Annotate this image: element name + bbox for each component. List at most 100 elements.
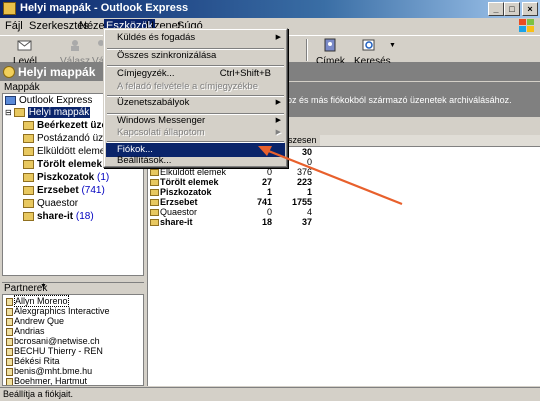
title-bar: Helyi mappák - Outlook Express _ □ × (0, 0, 540, 18)
contact-name: Békési Rita (14, 356, 60, 366)
menu-item-label: Küldés és fogadás (117, 32, 196, 43)
window-title: Helyi mappák - Outlook Express (20, 2, 189, 14)
folder-sent-items[interactable]: Elküldött elemek (23, 146, 110, 158)
folder-icon (150, 219, 159, 227)
outbox-icon (23, 133, 34, 143)
folder-label: Törölt elemek (37, 159, 103, 170)
menu-item-label: Címjegyzék... (117, 68, 175, 79)
total-cell: 37 (301, 217, 312, 227)
folder-label: Piszkozatok (37, 172, 95, 183)
contact-name: Boehmer, Hartmut (14, 376, 88, 386)
folder-icon (13, 107, 25, 117)
name-cell: Törölt elemek (160, 177, 219, 187)
windows-logo-icon (519, 19, 534, 32)
contact-name: BECHU Thierry - REN (14, 346, 103, 356)
contacts-pane-header: Partnerek ▼ (2, 282, 144, 294)
folder-drafts[interactable]: Piszkozatok (1) (23, 172, 109, 184)
find-icon (362, 39, 375, 51)
contact-item[interactable]: benis@mht.bme.hu (6, 366, 92, 376)
folder-outlook-express[interactable]: Outlook Express (5, 95, 92, 107)
folder-icon (23, 211, 34, 221)
menu-item-message-rules[interactable]: Üzenetszabályok ▶ (106, 96, 285, 110)
contact-item[interactable]: Boehmer, Hartmut (6, 376, 88, 386)
contact-name: benis@mht.bme.hu (14, 366, 93, 376)
name-cell: share-it (160, 217, 193, 227)
menu-item-sync-all[interactable]: Összes szinkronizálása (106, 49, 285, 63)
contact-item[interactable]: bcrosani@netwise.ch (6, 336, 100, 346)
contact-card-icon (6, 367, 13, 376)
contact-card-icon (6, 327, 13, 336)
folder-erzsebet[interactable]: Erzsebet (741) (23, 185, 105, 197)
contact-name: Alexgraphics Interactive (14, 306, 110, 316)
contact-item[interactable]: Andrias (6, 326, 45, 336)
contact-item[interactable]: BECHU Thierry - REN (6, 346, 103, 356)
folder-icon (23, 198, 34, 208)
folder-share-it[interactable]: share-it (18) (23, 211, 94, 223)
folder-label: Outlook Express (19, 95, 93, 106)
contact-name: bcrosani@netwise.ch (14, 336, 100, 346)
info-text: oz és más fiókokból származó üzenetek ar… (287, 95, 512, 105)
folder-quaestor[interactable]: Quaestor (23, 198, 78, 210)
menu-item-shortcut: Ctrl+Shift+B (219, 68, 271, 79)
folder-header-title: Helyi mappák (18, 65, 96, 79)
folder-label: Helyi mappák (27, 107, 91, 118)
menu-item-my-status[interactable]: Kapcsolati állapotom ▶ (106, 126, 285, 140)
name-cell: Elküldött elemek (160, 167, 227, 177)
status-text: Beállítja a fiókjait. (3, 389, 74, 399)
folder-local-folders[interactable]: ⊟ Helyi mappák (5, 107, 91, 119)
sent-items-icon (23, 146, 34, 156)
maximize-button[interactable]: □ (504, 2, 520, 16)
local-folders-icon (3, 66, 15, 78)
minimize-button[interactable]: _ (488, 2, 504, 16)
folder-label: Elküldött elemek (37, 146, 111, 157)
menu-item-address-book[interactable]: Címjegyzék... Ctrl+Shift+B (106, 67, 285, 81)
submenu-arrow-icon: ▶ (275, 34, 281, 41)
contact-card-icon (6, 377, 13, 385)
folder-icon (23, 185, 34, 195)
menu-item-label: Üzenetszabályok (117, 97, 190, 108)
contact-card-icon (6, 307, 13, 316)
table-row[interactable]: share-it 18 37 (150, 217, 320, 227)
contact-card-icon (6, 317, 13, 326)
contact-item[interactable]: Allyn Moreno (6, 295, 69, 307)
folders-pane-title: Mappák (4, 82, 40, 93)
find-dropdown-arrow-icon[interactable]: ▼ (389, 42, 396, 49)
menu-item-label: Összes szinkronizálása (117, 50, 217, 61)
deleted-items-icon (23, 159, 34, 169)
submenu-arrow-icon: ▶ (275, 99, 281, 106)
address-book-icon (324, 38, 336, 52)
folder-label: Erzsebet (37, 185, 79, 196)
contact-name: Andrias (14, 326, 45, 336)
contact-card-icon (6, 357, 13, 366)
unread-count: (18) (75, 211, 94, 222)
contact-item[interactable]: Andrew Que (6, 316, 64, 326)
name-cell: Quaestor (160, 207, 198, 217)
folder-icon (150, 169, 159, 177)
contact-card-icon (6, 347, 13, 356)
contacts-dropdown-icon[interactable]: ▼ (40, 283, 47, 290)
outlook-express-icon (5, 95, 16, 105)
folder-label: Quaestor (37, 198, 79, 209)
contact-name: Andrew Que (14, 316, 65, 326)
contact-card-icon (6, 337, 13, 346)
menu-item-send-receive[interactable]: Küldés és fogadás ▶ (106, 31, 285, 45)
menu-item-label: A feladó felvétele a címjegyzékbe (117, 81, 259, 92)
menu-item-label: Kapcsolati állapotom (117, 127, 205, 138)
inbox-icon (23, 120, 34, 130)
submenu-arrow-icon: ▶ (275, 129, 281, 136)
folder-icon (150, 189, 159, 197)
reply-icon (71, 40, 79, 51)
drafts-icon (23, 172, 34, 182)
menu-item-add-sender[interactable]: A feladó felvétele a címjegyzékbe (106, 80, 285, 94)
folder-icon (150, 209, 159, 217)
contact-card-icon (6, 297, 13, 306)
close-button[interactable]: × (522, 2, 538, 16)
contacts-list: Allyn Moreno Alexgraphics Interactive An… (2, 294, 144, 386)
collapse-toggle-icon[interactable]: ⊟ (5, 108, 12, 117)
contact-item[interactable]: Alexgraphics Interactive (6, 306, 110, 316)
menu-item-label: Beállítások... (117, 155, 172, 166)
contact-item[interactable]: Békési Rita (6, 356, 60, 366)
folder-icon (150, 179, 159, 187)
annotation-arrow-icon (258, 146, 403, 206)
menu-file[interactable]: Fájl (5, 20, 23, 32)
